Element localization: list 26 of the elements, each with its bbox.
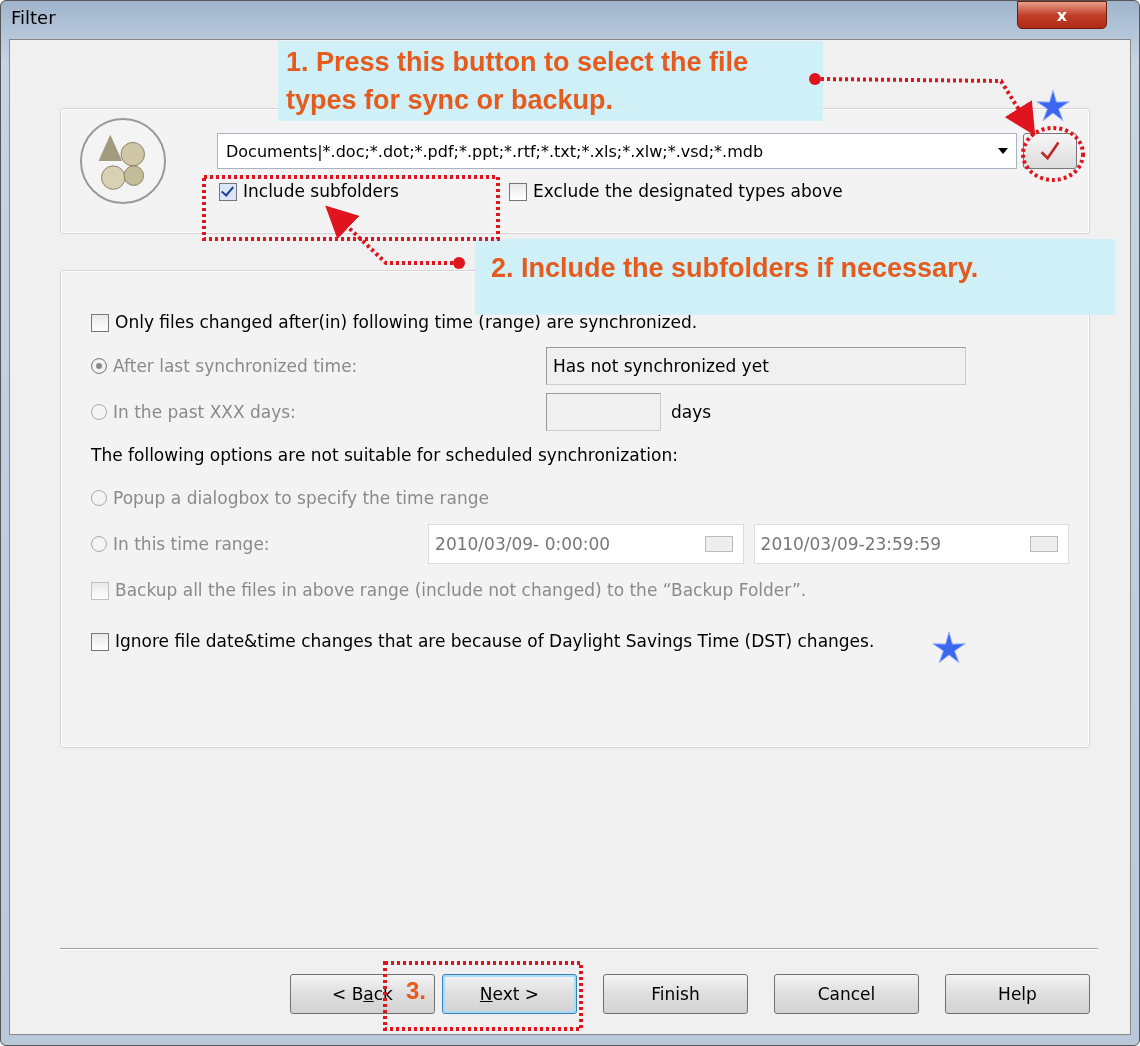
checkbox-option[interactable]: Include subfolders	[219, 181, 399, 201]
star-icon	[1036, 89, 1070, 122]
callout-note: 1. Press this button to select the file types for sync or backup.	[278, 41, 823, 121]
step-number: 3.	[406, 977, 426, 1005]
wizard-button[interactable]: Finish	[603, 974, 748, 1014]
radio-label: Popup a dialogbox to specify the time range	[113, 488, 489, 508]
radio-label: After last synchronized time:	[113, 356, 358, 376]
wizard-button[interactable]: Help	[945, 974, 1090, 1014]
callout-note: 2. Include the subfolders if necessary.	[475, 239, 1115, 315]
wizard-button[interactable]: Next >	[442, 974, 577, 1014]
file-types-button[interactable]	[1023, 133, 1077, 169]
close-button[interactable]: x	[1017, 1, 1107, 29]
checkbox-option[interactable]: Exclude the designated types above	[508, 181, 843, 201]
highlight-frame	[1021, 126, 1085, 182]
section-note: The following options are not suitable for scheduled synchronization:	[91, 445, 678, 465]
checkbox-option[interactable]: Ignore file date&time changes that are because of Daylight Savings Time (DST) changes.	[91, 631, 911, 651]
checkbox-option[interactable]: Only files changed after(in) following time (range) are synchronized.	[91, 312, 698, 332]
file-types-dropdown[interactable]: Documents|*.doc;*.dot;*.pdf;*.ppt;*.rtf;*.txt;*.xls;*.xlw;*.vsd;*.mdb	[217, 133, 1017, 169]
caret-icon	[998, 148, 1008, 154]
checkmark-icon	[1038, 139, 1062, 163]
radio-label: In this time range:	[113, 534, 270, 554]
shapes-icon	[79, 117, 167, 205]
window-title: Filter	[11, 6, 56, 28]
radio-label: In the past XXX days:	[113, 402, 296, 422]
wizard-button[interactable]: Cancel	[774, 974, 919, 1014]
unit-label: days	[671, 402, 712, 422]
